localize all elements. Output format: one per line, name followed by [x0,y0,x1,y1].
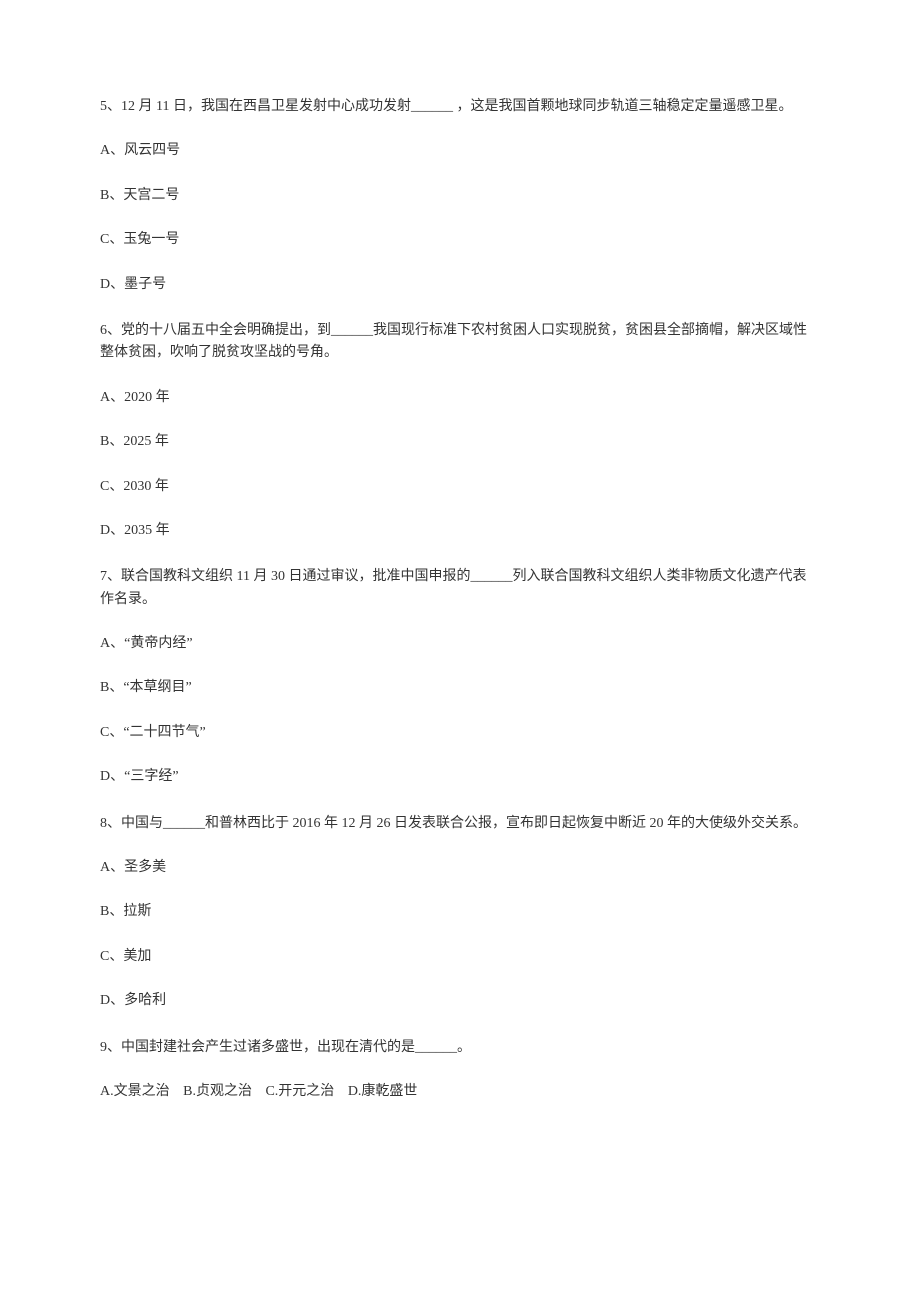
question-5: 5、12 月 11 日，我国在西昌卫星发射中心成功发射______ ，这是我国首… [100,96,820,296]
option-b: B、“本草纲目” [100,677,820,699]
question-stem: 8、中国与______和普林西比于 2016 年 12 月 26 日发表联合公报… [100,813,820,835]
document-page: 5、12 月 11 日，我国在西昌卫星发射中心成功发射______ ，这是我国首… [0,0,920,1302]
option-d: D.康乾盛世 [348,1084,418,1099]
question-9: 9、中国封建社会产生过诸多盛世，出现在清代的是______。 A.文景之治 B.… [100,1037,820,1104]
option-a: A、“黄帝内经” [100,633,820,655]
option-b: B、拉斯 [100,901,820,923]
option-d: D、2035 年 [100,520,820,542]
option-d: D、“三字经” [100,766,820,788]
question-8: 8、中国与______和普林西比于 2016 年 12 月 26 日发表联合公报… [100,813,820,1013]
option-c: C、玉兔一号 [100,229,820,251]
option-c: C.开元之治 [265,1084,334,1099]
question-7: 7、联合国教科文组织 11 月 30 日通过审议，批准中国申报的______列入… [100,566,820,788]
question-stem: 5、12 月 11 日，我国在西昌卫星发射中心成功发射______ ，这是我国首… [100,96,820,118]
option-a: A、风云四号 [100,140,820,162]
question-stem: 6、党的十八届五中全会明确提出，到______我国现行标准下农村贫困人口实现脱贫… [100,320,820,365]
question-6: 6、党的十八届五中全会明确提出，到______我国现行标准下农村贫困人口实现脱贫… [100,320,820,542]
option-a: A、圣多美 [100,857,820,879]
options-inline: A.文景之治 B.贞观之治 C.开元之治 D.康乾盛世 [100,1081,820,1103]
option-b: B.贞观之治 [183,1084,252,1099]
option-c: C、2030 年 [100,476,820,498]
question-stem: 9、中国封建社会产生过诸多盛世，出现在清代的是______。 [100,1037,820,1059]
option-b: B、天宫二号 [100,185,820,207]
option-c: C、“二十四节气” [100,722,820,744]
option-c: C、美加 [100,946,820,968]
question-stem: 7、联合国教科文组织 11 月 30 日通过审议，批准中国申报的______列入… [100,566,820,611]
option-d: D、多哈利 [100,990,820,1012]
option-a: A、2020 年 [100,387,820,409]
option-a: A.文景之治 [100,1084,170,1099]
option-d: D、墨子号 [100,274,820,296]
option-b: B、2025 年 [100,431,820,453]
